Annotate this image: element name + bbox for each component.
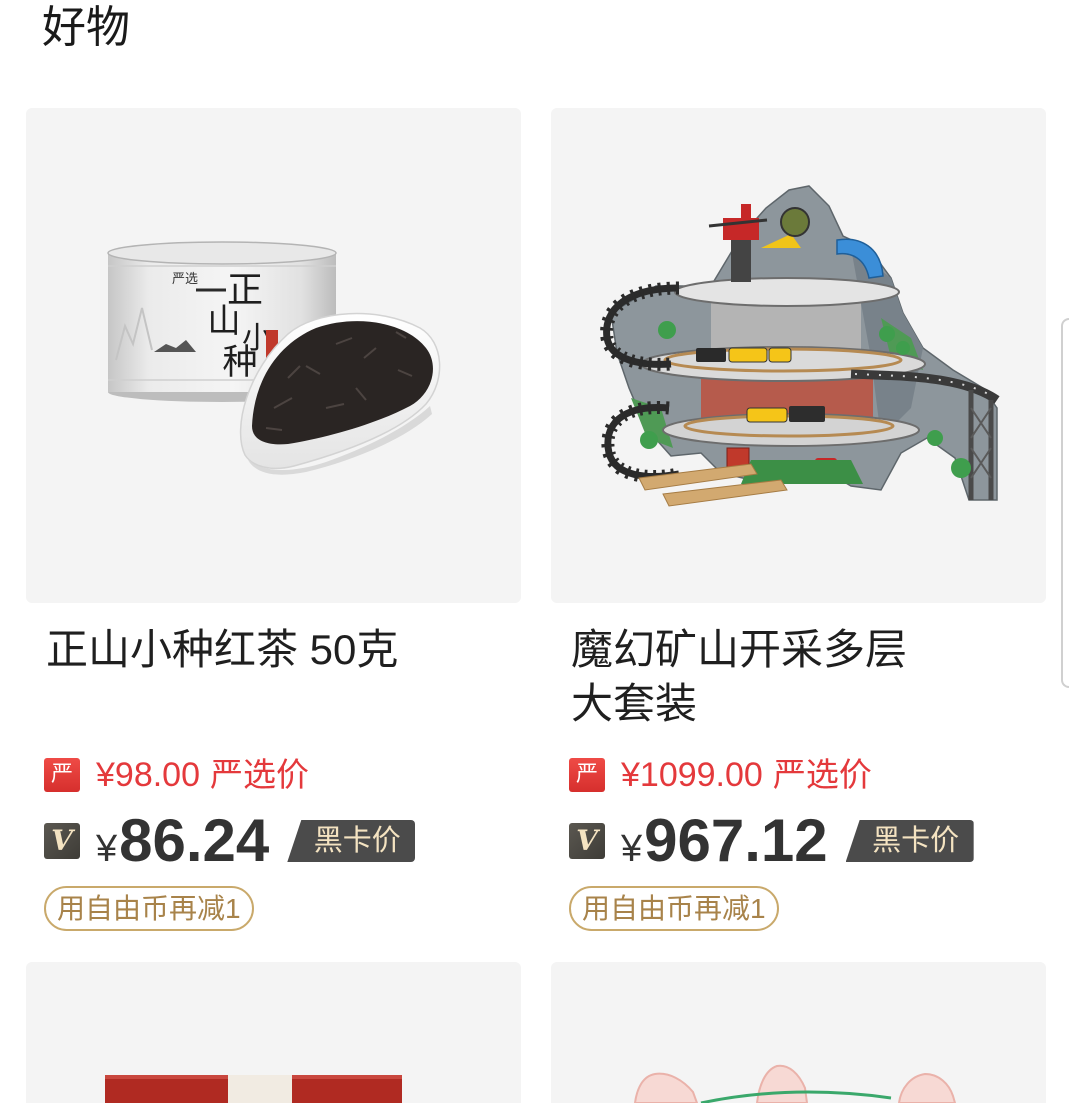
vip-price-badge: 黑卡价	[845, 820, 974, 862]
yanxuan-price-row: 严 ¥1099.00 严选价	[569, 756, 872, 794]
gift-box-label	[228, 1075, 292, 1103]
vip-price-row: V ¥ 86.24 黑卡价	[44, 811, 416, 871]
vip-price-value: 86.24	[119, 807, 270, 874]
black-engine-lower	[789, 406, 825, 422]
can-char-zhong: 种	[222, 343, 257, 383]
product-image[interactable]	[551, 962, 1046, 1103]
vip-price-badge: 黑卡价	[287, 820, 416, 862]
product-title-line[interactable]: 正山小种红茶 50克	[46, 623, 506, 677]
vip-price-currency: ¥	[621, 828, 643, 870]
tree	[640, 431, 658, 449]
tea-can-image: 严选 正 山 小 种	[107, 241, 441, 475]
plush-toy-image	[633, 1064, 957, 1103]
mine-train-set-image	[600, 185, 1000, 507]
can-char-shan: 山	[208, 301, 241, 340]
yanxuan-price-label: 严选价	[772, 756, 872, 793]
scrollbar-handle[interactable]	[1061, 318, 1069, 688]
product-image[interactable]	[551, 108, 1046, 603]
vip-v-icon: V	[569, 823, 605, 859]
can-brand-text: 严选	[172, 271, 198, 286]
product-title-line[interactable]: 魔幻矿山开采多层	[571, 623, 1031, 677]
top-platform	[674, 277, 900, 307]
crane-legs	[731, 240, 751, 282]
yanxuan-logo-icon: 严	[44, 758, 80, 792]
product-card-gift-box[interactable]	[26, 962, 521, 1103]
product-card-mine-train[interactable]: 魔幻矿山开采多层 大套装 严 ¥1099.00 严选价 V ¥ 967.12 黑…	[551, 108, 1046, 932]
crane-tower	[741, 204, 751, 218]
red-gift-box-image	[105, 1075, 402, 1103]
tree	[658, 321, 676, 339]
vip-price: ¥ 967.12	[621, 811, 828, 871]
product-title[interactable]: 魔幻矿山开采多层 大套装	[571, 623, 1031, 731]
product-image[interactable]: 严选 正 山 小 种	[26, 108, 521, 603]
page-title: 好物	[42, 3, 130, 52]
plush-ear-middle	[755, 1064, 809, 1103]
product-image[interactable]	[26, 962, 521, 1103]
vip-price: ¥ 86.24	[96, 811, 269, 871]
vip-price-value: 967.12	[644, 807, 828, 874]
product-title-line[interactable]: 大套装	[571, 677, 1031, 731]
yanxuan-price: ¥1099.00	[621, 756, 763, 794]
yanxuan-logo-icon: 严	[569, 758, 605, 792]
tree	[896, 341, 910, 355]
product-title[interactable]: 正山小种红茶 50克	[46, 623, 506, 677]
vip-price-row: V ¥ 967.12 黑卡价	[569, 811, 974, 871]
product-card-tea[interactable]: 严选 正 山 小 种 正山小种红茶 50克 严 ¥98.00 严选价 V ¥ 8…	[26, 108, 521, 932]
vip-v-icon: V	[44, 823, 80, 859]
can-lid	[107, 241, 337, 265]
yellow-carriage-upper-2	[768, 347, 792, 363]
vip-price-currency: ¥	[96, 828, 118, 870]
tree	[927, 430, 943, 446]
green-base	[741, 460, 863, 484]
water-wheel	[780, 207, 810, 237]
black-engine-upper	[696, 348, 726, 362]
yanxuan-price-label: 严选价	[210, 756, 309, 793]
coupon-tag: 用自由币再减1	[44, 886, 254, 931]
plush-ear-left	[633, 1072, 699, 1103]
yellow-carriage-lower	[746, 407, 788, 423]
yanxuan-price-row: 严 ¥98.00 严选价	[44, 756, 309, 794]
product-card-plush-toy[interactable]	[551, 962, 1046, 1103]
coupon-tag: 用自由币再减1	[569, 886, 779, 931]
tree	[951, 458, 971, 478]
tree	[879, 326, 895, 342]
yellow-carriage-upper	[728, 347, 768, 363]
yanxuan-price: ¥98.00	[96, 756, 200, 794]
plush-ear-right	[897, 1072, 957, 1103]
